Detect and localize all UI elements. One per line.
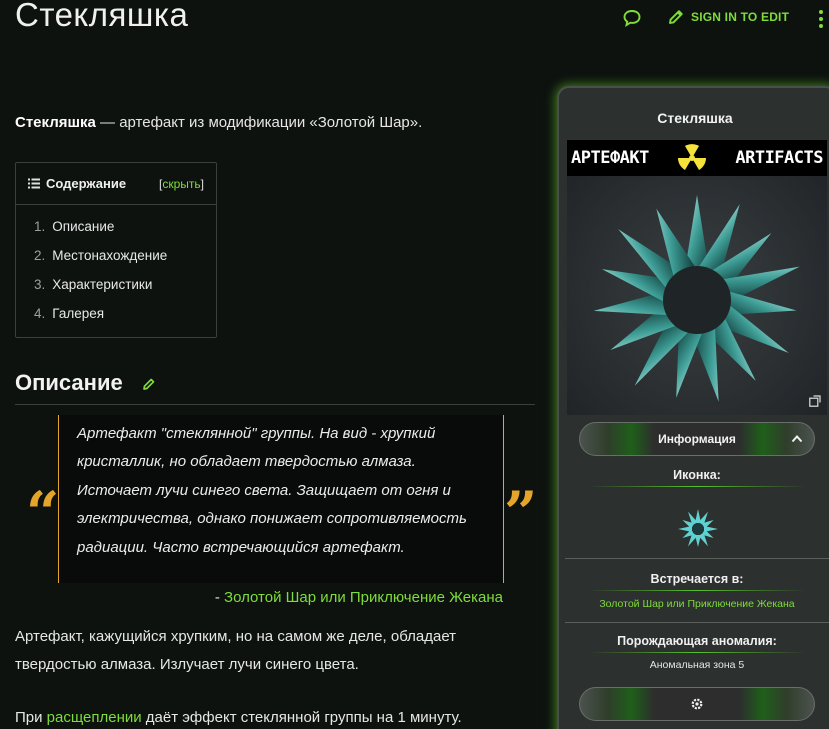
banner-left-text: АРТЕФАКТ <box>571 148 649 168</box>
icon-label-underline <box>587 486 807 487</box>
sign-in-to-edit-button[interactable]: SIGN IN TO EDIT <box>667 8 789 26</box>
quote-cite-prefix: - <box>214 589 225 606</box>
gear-icon[interactable] <box>690 697 704 711</box>
toc-item-number: 3. <box>34 277 46 292</box>
para2-after: даёт эффект стеклянной группы на 1 минут… <box>141 709 462 726</box>
body-paragraph-1: Артефакт, кажущийся хрупким, но на самом… <box>15 628 457 673</box>
section-divider <box>15 404 535 405</box>
quote-cite-link[interactable]: Золотой Шар или Приключение Жекана <box>224 589 503 606</box>
found-label-underline <box>587 590 807 591</box>
toc-item-label[interactable]: Галерея <box>52 306 104 321</box>
info-toggle-bar[interactable]: Информация <box>579 422 815 456</box>
toc-item-label[interactable]: Описание <box>52 219 114 234</box>
para2-before: При <box>15 709 47 726</box>
found-in-label: Встречается в: <box>650 572 744 586</box>
toc-header: Содержание [скрыть] <box>16 163 216 205</box>
toc-item-number: 1. <box>34 219 46 234</box>
sign-in-label: SIGN IN TO EDIT <box>691 10 790 24</box>
lead-rest: — артефакт из модификации «Золотой Шар». <box>95 114 423 131</box>
quote-citation: - Золотой Шар или Приключение Жекана <box>215 589 503 606</box>
toc-hide-link[interactable]: скрыть <box>162 177 200 191</box>
toc-title: Содержание <box>46 176 127 191</box>
toc-item-label[interactable]: Характеристики <box>52 277 152 292</box>
radiation-icon <box>678 144 707 170</box>
expand-icon[interactable] <box>809 395 821 407</box>
list-icon <box>28 178 40 189</box>
kebab-icon[interactable] <box>817 8 825 30</box>
artifact-banner: АРТЕФАКТ ARTIFACTS <box>567 140 827 176</box>
crystal-artifact-picture <box>567 140 827 415</box>
toc-item[interactable]: 1. Описание <box>34 219 216 248</box>
page-title: Стекляшка <box>15 0 189 33</box>
pencil-icon <box>669 10 683 24</box>
toc-item[interactable]: 4. Галерея <box>34 306 216 335</box>
splitting-link[interactable]: расщеплении <box>47 709 142 726</box>
lead-paragraph: Стекляшка — артефакт из модификации «Зол… <box>15 114 422 131</box>
quote-text: Артефакт "стеклянной" группы. На вид - х… <box>77 425 467 556</box>
body-paragraph-2: При расщеплении даёт эффект стеклянной г… <box>15 704 535 729</box>
table-of-contents: Содержание [скрыть] 1. Описание 2. Местона… <box>15 162 217 338</box>
toc-item[interactable]: 2. Местонахождение <box>34 248 216 277</box>
close-quote-mark: ” <box>504 479 538 547</box>
quote-block: Артефакт "стеклянной" группы. На вид - х… <box>58 415 504 583</box>
infobox: Стекляшка АРТЕФАКТ ARTIFACTS Информация … <box>557 86 829 729</box>
anomaly-value: Аномальная зона 5 <box>649 659 745 671</box>
toc-toggle[interactable]: [скрыть] <box>159 177 204 191</box>
toc-bracket-close: ] <box>200 176 204 191</box>
toc-item-number: 2. <box>34 248 46 263</box>
section-heading: Описание <box>15 370 123 395</box>
artifact-image[interactable]: АРТЕФАКТ ARTIFACTS <box>567 140 827 415</box>
found-in-link[interactable]: Золотой Шар или Приключение Жекана <box>559 598 829 610</box>
infobox-divider <box>565 558 829 559</box>
artifact-icon <box>678 509 718 547</box>
icon-label: Иконка: <box>673 468 721 482</box>
toc-item-label[interactable]: Местонахождение <box>52 248 167 263</box>
page: Стекляшка SIGN IN TO EDIT Стекляшка — ар… <box>0 0 829 729</box>
toc-item[interactable]: 3. Характеристики <box>34 277 216 306</box>
info-bar-label: Информация <box>658 432 736 446</box>
chevron-up-icon[interactable] <box>790 432 804 446</box>
infobox-divider <box>565 622 829 623</box>
toc-list: 1. Описание 2. Местонахождение 3. Характери… <box>16 205 216 335</box>
lead-bold: Стекляшка <box>15 114 96 131</box>
edit-section-icon[interactable] <box>142 377 156 391</box>
banner-right-text: ARTIFACTS <box>735 148 823 168</box>
infobox-title: Стекляшка <box>657 110 733 126</box>
anomaly-label: Порождающая аномалия: <box>617 634 777 648</box>
toc-item-number: 4. <box>34 306 46 321</box>
settings-bar[interactable] <box>579 687 815 721</box>
open-quote-mark: “ <box>26 479 60 547</box>
anomaly-label-underline <box>587 652 807 653</box>
speech-bubble-icon[interactable] <box>622 8 642 28</box>
